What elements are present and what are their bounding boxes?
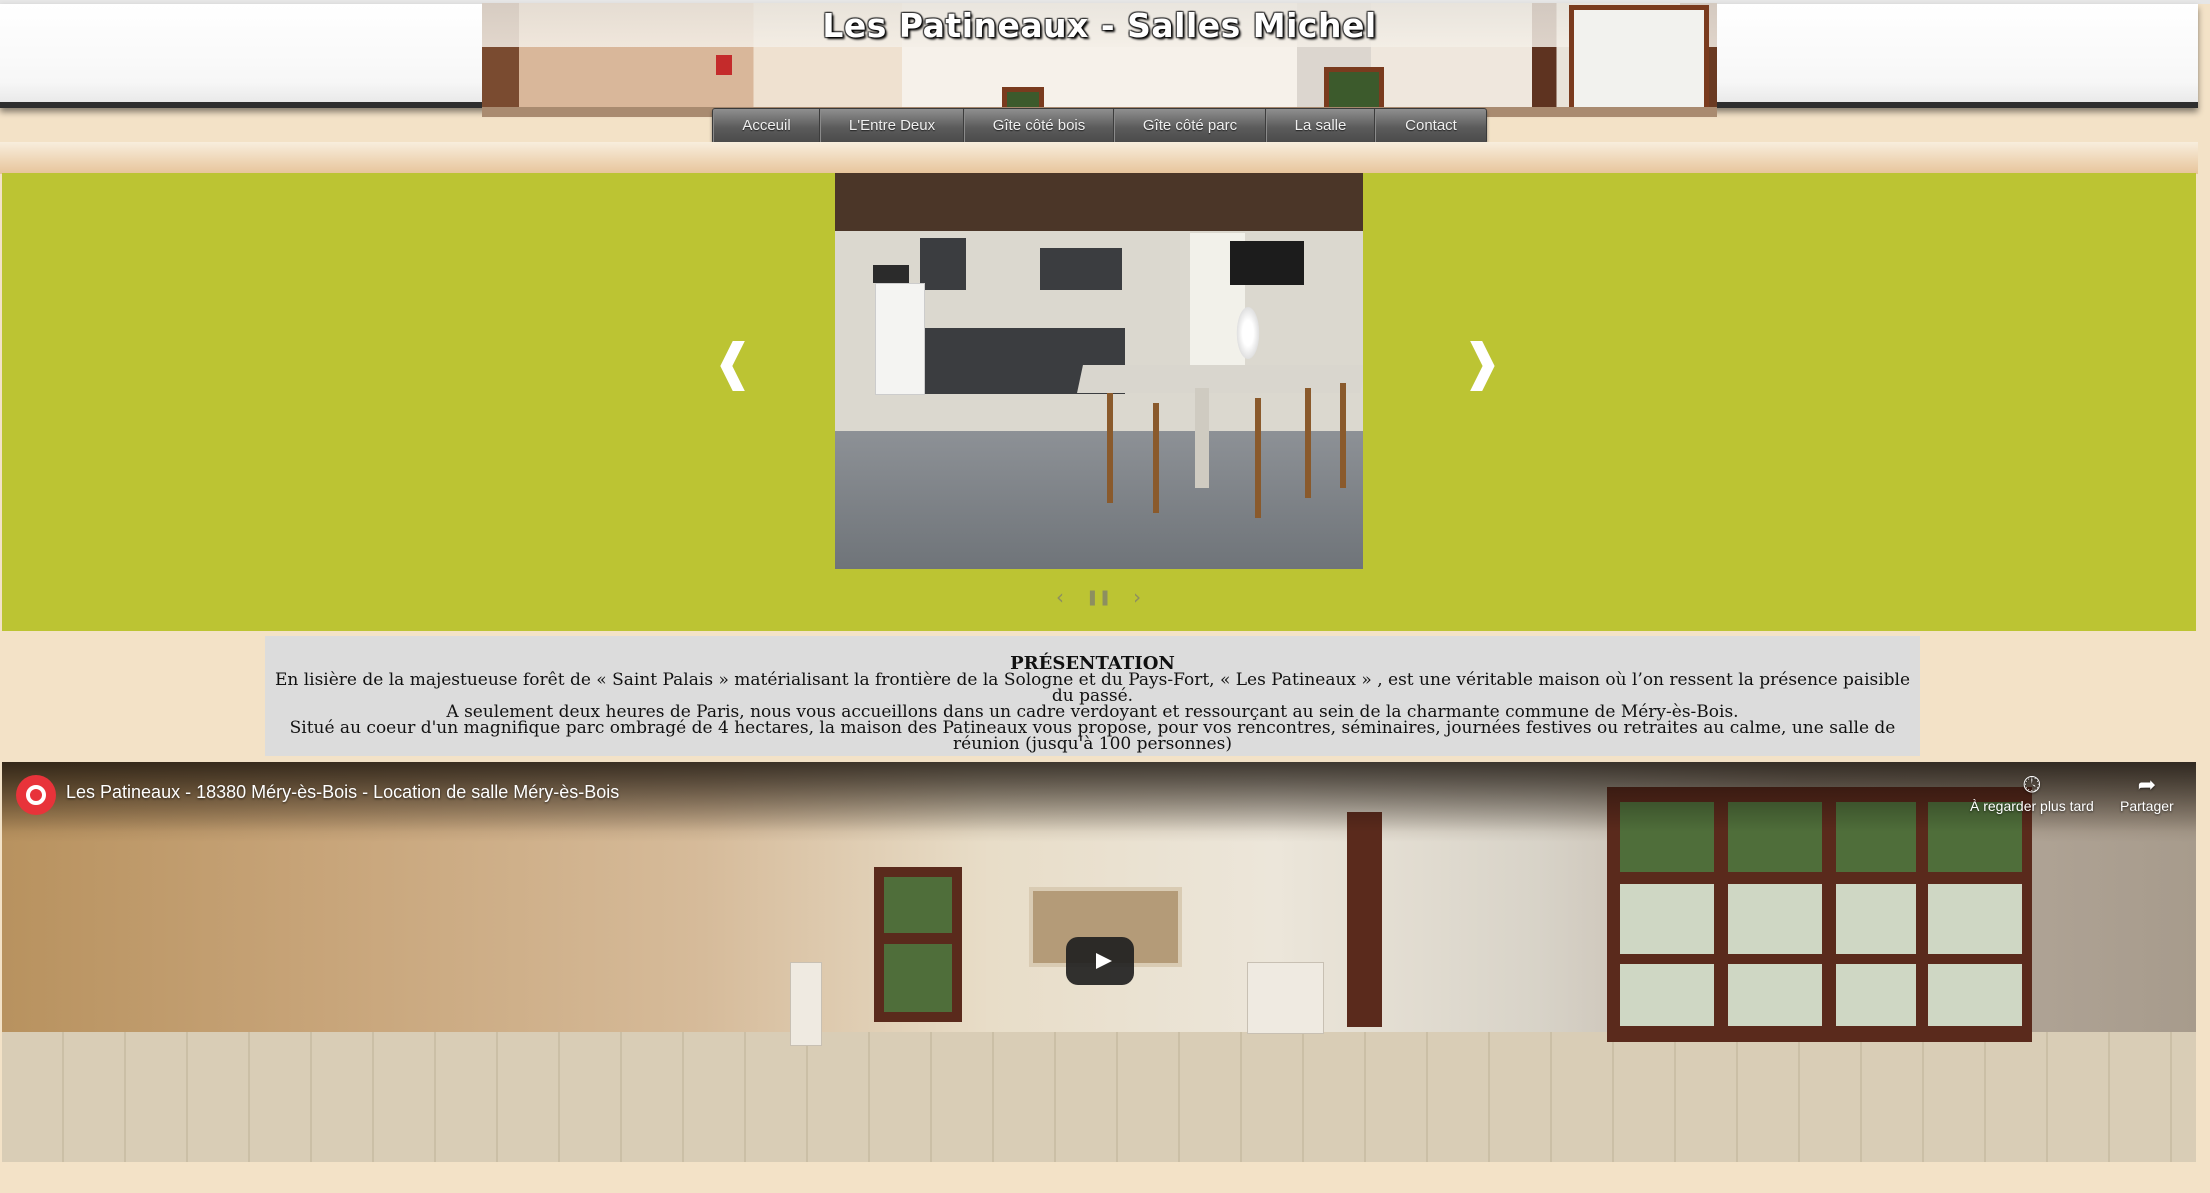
channel-avatar-logo xyxy=(26,785,46,805)
presentation-line-1: En lisière de la majestueuse forêt de « … xyxy=(274,670,1911,706)
nav-item-gite-cote-bois[interactable]: Gîte côté bois xyxy=(964,109,1114,143)
slide-tv xyxy=(1230,241,1304,285)
share-button[interactable]: ➦ Partager xyxy=(2120,772,2174,814)
slide-upper-cabinet xyxy=(1040,248,1122,290)
slide-fridge xyxy=(875,283,925,395)
nav-item-contact[interactable]: Contact xyxy=(1375,109,1486,143)
slide-floor xyxy=(835,431,1363,569)
nav-item-entre-deux[interactable]: L'Entre Deux xyxy=(820,109,964,143)
play-icon xyxy=(1096,953,1112,969)
nav-item-gite-cote-parc[interactable]: Gîte côté parc xyxy=(1114,109,1266,143)
video-glass-pane xyxy=(1836,884,1916,954)
youtube-video-embed[interactable]: Les Patineaux - 18380 Méry-ès-Bois - Loc… xyxy=(2,762,2196,1162)
video-glass-pane xyxy=(1836,964,1916,1026)
site-title: Les Patineaux - Salles Michel xyxy=(822,6,1377,45)
slide-dining-table xyxy=(1077,365,1363,393)
video-floor xyxy=(2,1032,2196,1162)
slide-upper-cabinet xyxy=(920,238,966,290)
presentation-line-3: Situé au coeur d'un magnifique parc ombr… xyxy=(289,718,1896,754)
video-glass-pane xyxy=(1728,884,1822,954)
fire-extinguisher-sign xyxy=(716,55,732,75)
slide-image-kitchen xyxy=(835,173,1363,569)
slide-chair xyxy=(1340,383,1346,488)
slide-chair xyxy=(1255,398,1261,518)
nav-item-acceuil[interactable]: Acceuil xyxy=(713,109,820,143)
slide-table-leg xyxy=(1195,388,1209,488)
video-glass-pane xyxy=(1620,964,1714,1026)
share-label: Partager xyxy=(2120,798,2174,814)
watch-later-button[interactable]: 🕓︎ À regarder plus tard xyxy=(1970,772,2094,814)
video-glass-pane xyxy=(1620,884,1714,954)
video-glass-frame xyxy=(1347,812,1382,1027)
clock-icon: 🕓︎ xyxy=(2023,772,2041,797)
video-window-pane xyxy=(884,877,952,933)
slide-orchid xyxy=(1235,303,1261,363)
slider-next-arrow[interactable]: ❱ xyxy=(1461,337,1503,387)
video-glass-pane xyxy=(1728,964,1822,1026)
video-title[interactable]: Les Patineaux - 18380 Méry-ès-Bois - Loc… xyxy=(66,782,619,803)
main-nav: Acceuil L'Entre Deux Gîte côté bois Gîte… xyxy=(712,108,1487,144)
share-icon: ➦ xyxy=(2137,772,2157,797)
slide-chair xyxy=(1305,388,1311,498)
watch-later-label: À regarder plus tard xyxy=(1970,798,2094,814)
video-glass-pane xyxy=(1928,964,2022,1026)
video-window-pane xyxy=(884,944,952,1012)
slider-next-control[interactable]: › xyxy=(1133,586,1141,608)
slider-prev-arrow[interactable]: ❰ xyxy=(712,337,754,387)
nav-item-la-salle[interactable]: La salle xyxy=(1266,109,1375,143)
video-radiator xyxy=(1247,962,1324,1034)
slide-chair xyxy=(1107,393,1113,503)
header-gradient-strip xyxy=(0,142,2198,174)
video-glass-pane xyxy=(1928,884,2022,954)
slide-microwave xyxy=(873,265,909,283)
slide-ceiling-beams xyxy=(835,173,1363,231)
presentation-section: PRÉSENTATION En lisière de la majestueus… xyxy=(265,636,1920,756)
video-radiator xyxy=(790,962,822,1046)
slider-controls: ‹ ❚❚ › xyxy=(1056,586,1141,608)
slider-pause-control[interactable]: ❚❚ xyxy=(1086,586,1111,608)
slide-chair xyxy=(1153,403,1159,513)
slider-prev-control[interactable]: ‹ xyxy=(1056,586,1064,608)
